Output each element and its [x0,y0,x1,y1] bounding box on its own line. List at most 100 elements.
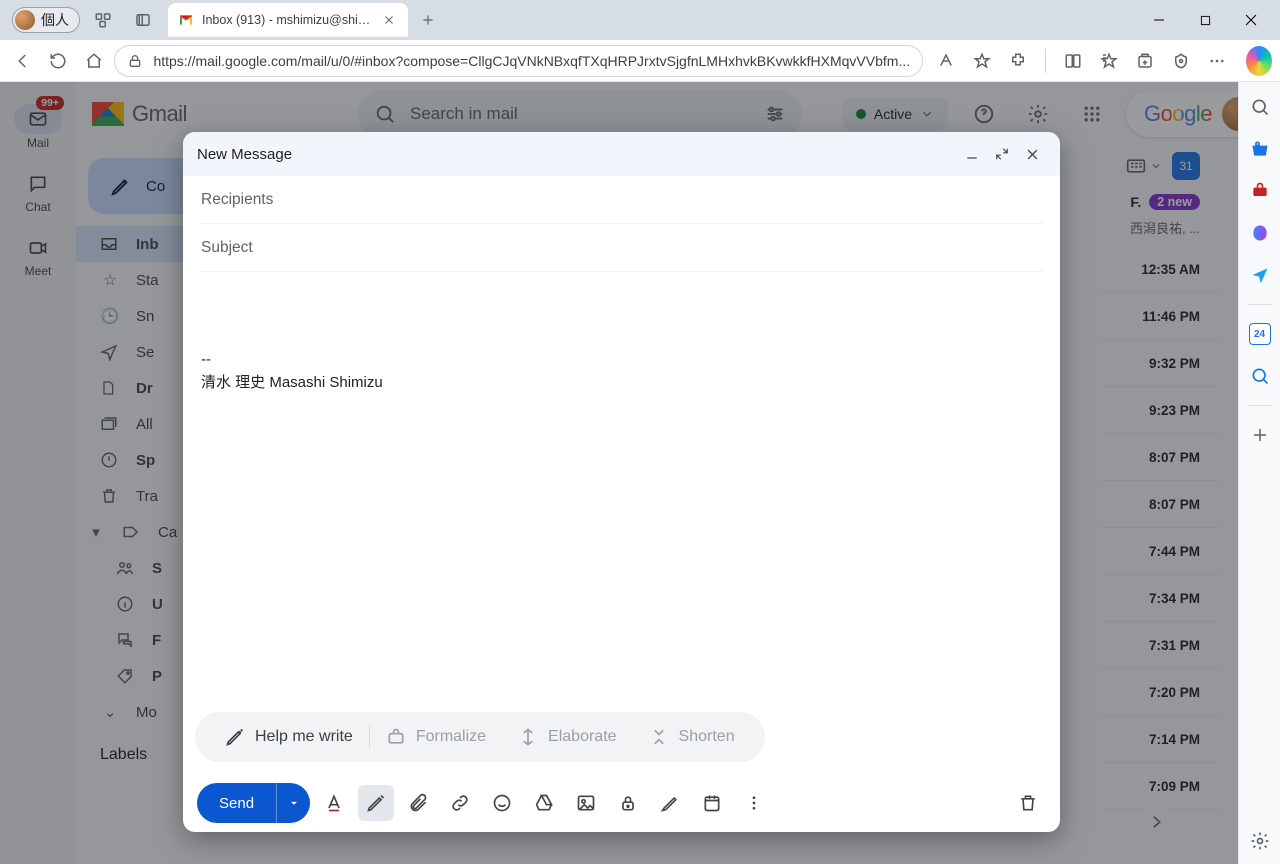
inbox-row-time[interactable]: 7:14 PM [1100,716,1220,763]
forums-icon [116,631,136,649]
ai-elaborate[interactable]: Elaborate [502,727,633,747]
subject-field[interactable]: Subject [201,224,1042,272]
inbox-row-time[interactable]: 7:09 PM [1100,763,1220,810]
collections-icon[interactable] [1128,44,1162,78]
ai-formalize[interactable]: Formalize [370,727,502,747]
star-icon: ☆ [100,271,120,289]
inbox-row-time[interactable]: 11:46 PM [1100,293,1220,340]
ai-shorten[interactable]: Shorten [633,727,751,747]
spam-icon [100,451,120,469]
apps-grid-icon[interactable] [1072,94,1112,134]
window-close-button[interactable] [1228,4,1274,36]
gmail-mark-icon [92,102,124,126]
inbox-icon [100,235,120,253]
minimize-icon[interactable] [958,140,986,168]
format-text-icon[interactable] [316,785,352,821]
inbox-row-time[interactable]: 8:07 PM [1100,481,1220,528]
url-text: https://mail.google.com/mail/u/0/#inbox?… [153,53,910,69]
send-button[interactable]: Send [197,783,276,823]
copilot-icon[interactable] [1246,46,1272,76]
discard-draft-icon[interactable] [1010,785,1046,821]
rail-mail-button[interactable]: 99+ Mail [10,96,66,158]
tab-title: Inbox (913) - mshimizu@shimiz. [202,13,372,27]
support-icon[interactable] [964,94,1004,134]
profile-label: 個人 [41,10,69,30]
recipients-field[interactable]: Recipients [201,176,1042,224]
browser-more-icon[interactable] [1200,44,1234,78]
nav-refresh-button[interactable] [43,44,72,78]
sidebar-label: Sn [136,308,154,325]
inbox-row-time[interactable]: 7:20 PM [1100,669,1220,716]
edge-send-icon[interactable] [1247,262,1273,288]
ai-pen-icon[interactable] [358,785,394,821]
edge-office-icon[interactable] [1247,220,1273,246]
signature-icon[interactable] [652,785,688,821]
search-input[interactable]: Search in mail [358,90,802,138]
edge-shopping-icon[interactable] [1247,136,1273,162]
nav-back-button[interactable] [8,44,37,78]
rail-meet-label: Meet [25,264,52,278]
compose-body[interactable]: -- 清水 理史 Masashi Shimizu [183,272,1060,712]
exit-fullscreen-icon[interactable] [988,140,1016,168]
inbox-row-time[interactable]: 9:23 PM [1100,387,1220,434]
extensions-icon[interactable] [1001,44,1035,78]
edge-tools-icon[interactable] [1247,178,1273,204]
split-screen-icon[interactable] [1056,44,1090,78]
workspaces-icon[interactable] [86,3,120,37]
inbox-row-time[interactable]: 7:31 PM [1100,622,1220,669]
browser-essentials-icon[interactable] [1164,44,1198,78]
sender-label: F. [1130,194,1141,210]
search-options-icon[interactable] [764,103,786,125]
send-options-button[interactable] [276,783,310,823]
schedule-icon[interactable] [694,785,730,821]
compose-header[interactable]: New Message [183,132,1060,176]
settings-icon[interactable] [1018,94,1058,134]
new-tab-button[interactable] [414,6,442,34]
favorite-icon[interactable] [965,44,999,78]
briefcase-icon [386,727,406,747]
insert-photo-icon[interactable] [568,785,604,821]
input-mode-toggle[interactable] [1126,158,1162,174]
edge-add-icon[interactable] [1247,422,1273,448]
allmail-icon [100,415,120,433]
inbox-row-time[interactable]: 7:44 PM [1100,528,1220,575]
edge-settings-icon[interactable] [1247,828,1273,854]
rail-meet-button[interactable]: Meet [10,226,66,286]
inbox-row-time[interactable]: 8:07 PM [1100,434,1220,481]
edge-cal24-icon[interactable]: 24 [1247,321,1273,347]
status-pill[interactable]: Active [842,98,948,130]
insert-drive-icon[interactable] [526,785,562,821]
calendar-day-chip[interactable]: 31 [1172,152,1200,180]
tab-close-icon[interactable] [380,11,398,29]
inbox-row-time[interactable]: 9:32 PM [1100,340,1220,387]
search-placeholder: Search in mail [410,104,750,124]
mail-unread-badge: 99+ [36,96,64,110]
tab-actions-icon[interactable] [126,3,160,37]
chat-icon [24,170,52,198]
tag-icon [122,523,142,541]
close-icon[interactable] [1018,140,1046,168]
window-maximize-button[interactable] [1182,4,1228,36]
read-aloud-icon[interactable] [929,44,963,78]
nav-home-button[interactable] [79,44,108,78]
edge-search2-icon[interactable] [1247,363,1273,389]
app-rail: 99+ Mail Chat Meet [0,82,76,864]
rail-chat-button[interactable]: Chat [10,162,66,222]
browser-tab[interactable]: Inbox (913) - mshimizu@shimiz. [168,3,408,37]
sidebar-label: Mo [136,704,157,721]
inbox-row-time[interactable]: 7:34 PM [1100,575,1220,622]
inbox-row-time[interactable]: 12:35 AM [1100,246,1220,293]
favorites-bar-icon[interactable] [1092,44,1126,78]
older-button[interactable] [1138,804,1174,840]
address-bar[interactable]: https://mail.google.com/mail/u/0/#inbox?… [114,45,923,77]
gmail-logo[interactable]: Gmail [92,101,342,127]
insert-link-icon[interactable] [442,785,478,821]
ai-help-me-write[interactable]: Help me write [209,727,369,747]
insert-emoji-icon[interactable] [484,785,520,821]
edge-search-icon[interactable] [1247,94,1273,120]
window-minimize-button[interactable] [1136,4,1182,36]
confidential-mode-icon[interactable] [610,785,646,821]
more-options-icon[interactable] [736,785,772,821]
attach-file-icon[interactable] [400,785,436,821]
browser-profile-button[interactable]: 個人 [12,7,80,33]
